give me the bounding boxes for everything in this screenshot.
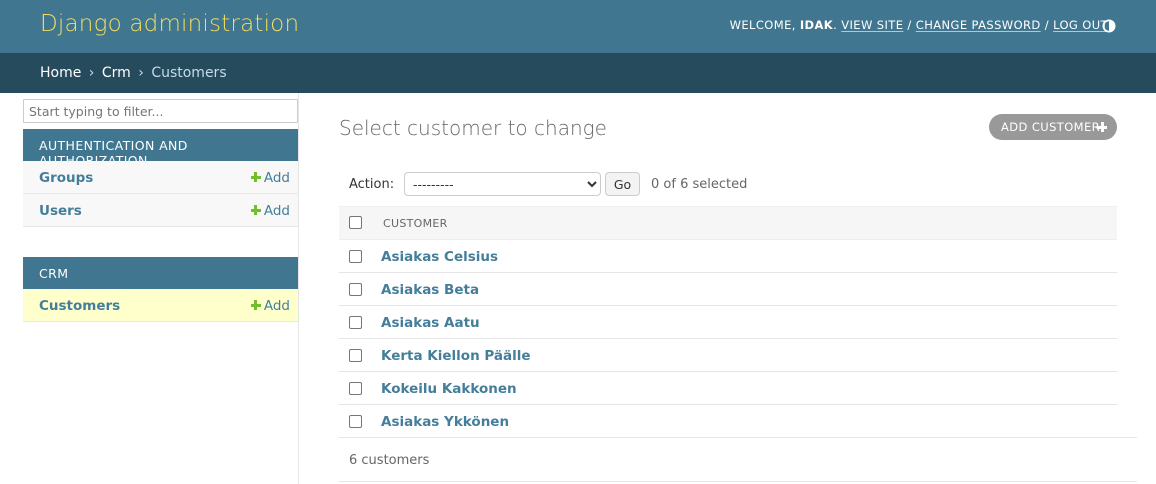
page-title: Select customer to change	[339, 116, 607, 140]
username: IDAK	[799, 18, 834, 32]
sidebar-item-groups: Groups Add	[23, 161, 298, 194]
sidebar-item-customers: Customers Add	[23, 289, 298, 322]
column-header-customer[interactable]: CUSTOMER	[383, 217, 448, 230]
breadcrumb: Home › Crm › Customers	[0, 53, 1156, 93]
plus-icon	[250, 172, 261, 182]
table-row: Kokeilu Kakkonen	[339, 372, 1117, 405]
nav-filter-input[interactable]	[23, 99, 298, 123]
sidebar: AUTHENTICATION AND AUTHORIZATION Groups …	[22, 93, 299, 484]
add-label: Add	[263, 298, 290, 314]
add-groups-link[interactable]: Add	[250, 170, 290, 186]
row-checkbox[interactable]	[349, 415, 362, 428]
plus-icon	[250, 205, 261, 215]
model-link-customers[interactable]: Customers	[39, 298, 120, 314]
user-tools: WELCOME, IDAK. VIEW SITE / CHANGE PASSWO…	[729, 18, 1108, 32]
divider	[339, 481, 1137, 482]
welcome-text: WELCOME,	[729, 18, 800, 32]
breadcrumb-crm[interactable]: Crm	[102, 65, 131, 81]
breadcrumb-current: Customers	[151, 65, 227, 81]
action-select[interactable]: ---------	[404, 172, 601, 196]
customer-link[interactable]: Asiakas Ykkönen	[381, 414, 509, 430]
row-checkbox[interactable]	[349, 382, 362, 395]
table-row: Asiakas Celsius	[339, 240, 1117, 273]
table-row: Asiakas Beta	[339, 273, 1117, 306]
separator: /	[1040, 18, 1054, 32]
model-link-users[interactable]: Users	[39, 203, 82, 219]
breadcrumb-separator: ›	[138, 65, 144, 81]
add-customer-label: ADD CUSTOMER	[1001, 120, 1101, 134]
table-row: Asiakas Ykkönen	[339, 405, 1117, 438]
table-header: CUSTOMER	[339, 206, 1117, 240]
customer-link[interactable]: Kokeilu Kakkonen	[381, 381, 517, 397]
select-all-checkbox[interactable]	[349, 216, 362, 229]
divider	[339, 437, 1137, 438]
app-caption-auth[interactable]: AUTHENTICATION AND AUTHORIZATION	[23, 129, 298, 168]
add-label: Add	[263, 203, 290, 219]
go-button[interactable]: Go	[605, 172, 640, 196]
table-row: Kerta Kiellon Päälle	[339, 339, 1117, 372]
model-link-groups[interactable]: Groups	[39, 170, 93, 186]
customer-link[interactable]: Asiakas Aatu	[381, 315, 480, 331]
contrast-icon[interactable]	[1102, 19, 1116, 33]
header: Django administration WELCOME, IDAK. VIE…	[0, 0, 1156, 53]
add-customers-link[interactable]: Add	[250, 298, 290, 314]
paginator: 6 customers	[349, 453, 430, 468]
log-out-link[interactable]: LOG OUT	[1053, 18, 1108, 32]
app-caption-crm[interactable]: CRM	[23, 257, 298, 289]
row-checkbox[interactable]	[349, 349, 362, 362]
action-label: Action:	[349, 177, 395, 192]
table-row: Asiakas Aatu	[339, 306, 1117, 339]
selected-count: 0 of 6 selected	[651, 177, 748, 192]
add-label: Add	[263, 170, 290, 186]
customer-link[interactable]: Asiakas Celsius	[381, 249, 498, 265]
plus-icon	[1097, 122, 1107, 132]
separator: /	[903, 18, 916, 32]
plus-icon	[250, 300, 261, 310]
row-checkbox[interactable]	[349, 283, 362, 296]
customer-link[interactable]: Kerta Kiellon Päälle	[381, 348, 531, 364]
site-title[interactable]: Django administration	[40, 11, 299, 37]
add-customer-button[interactable]: ADD CUSTOMER	[989, 114, 1117, 140]
change-password-link[interactable]: CHANGE PASSWORD	[916, 18, 1041, 32]
breadcrumb-separator: ›	[88, 65, 95, 81]
sidebar-item-users: Users Add	[23, 194, 298, 227]
row-checkbox[interactable]	[349, 316, 362, 329]
add-users-link[interactable]: Add	[250, 203, 290, 219]
row-checkbox[interactable]	[349, 250, 362, 263]
view-site-link[interactable]: VIEW SITE	[841, 18, 903, 32]
breadcrumb-home[interactable]: Home	[40, 65, 81, 81]
customer-link[interactable]: Asiakas Beta	[381, 282, 479, 298]
